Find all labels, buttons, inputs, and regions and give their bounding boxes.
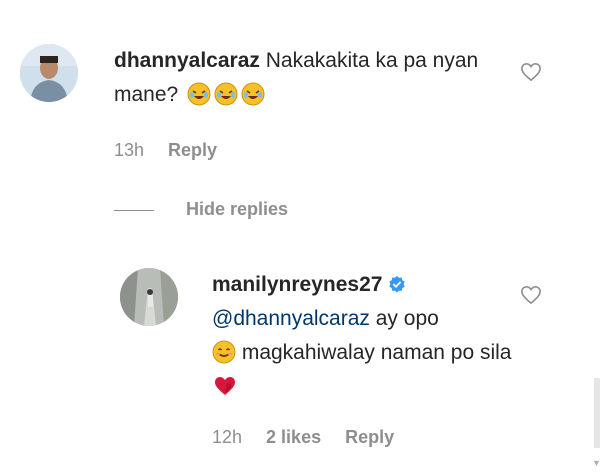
reply-username[interactable]: manilynreynes27 xyxy=(212,273,382,296)
comment-body: dhannyalcaraz Nakakakita ka pa nyan mane… xyxy=(114,44,514,112)
replies-divider xyxy=(114,210,154,211)
comment-meta: 13h Reply xyxy=(114,140,241,161)
scroll-down-arrow-icon[interactable]: ▼ xyxy=(592,458,600,470)
scrollbar-thumb[interactable] xyxy=(594,378,600,448)
avatar[interactable] xyxy=(20,44,78,102)
rofl-emoji-icon xyxy=(187,82,211,106)
avatar[interactable] xyxy=(120,268,178,326)
like-heart-icon[interactable] xyxy=(520,285,542,305)
reply-mention[interactable]: @dhannyalcaraz xyxy=(212,307,370,330)
reply-meta: 12h 2 likes Reply xyxy=(212,427,418,448)
smiling-face-emoji-icon xyxy=(212,340,236,364)
like-heart-icon[interactable] xyxy=(520,62,542,82)
reply-text-part2: magkahiwalay naman po sila xyxy=(236,341,512,364)
comment-username[interactable]: dhannyalcaraz xyxy=(114,49,260,72)
verified-badge-icon xyxy=(389,275,406,293)
hide-replies-button[interactable]: Hide replies xyxy=(186,199,288,220)
reply-button[interactable]: Reply xyxy=(345,427,394,447)
comment-time: 13h xyxy=(114,140,145,160)
reply-text-part1: ay opo xyxy=(369,307,439,330)
rofl-emoji-icon xyxy=(214,82,238,106)
reply-body: manilynreynes27 @dhannyalcaraz ay opo ma… xyxy=(212,268,512,404)
rofl-emoji-icon xyxy=(241,82,265,106)
heart-exclamation-emoji-icon xyxy=(215,377,235,395)
reply-button[interactable]: Reply xyxy=(168,140,217,160)
likes-count[interactable]: 2 likes xyxy=(266,427,321,447)
reply-time: 12h xyxy=(212,427,243,447)
